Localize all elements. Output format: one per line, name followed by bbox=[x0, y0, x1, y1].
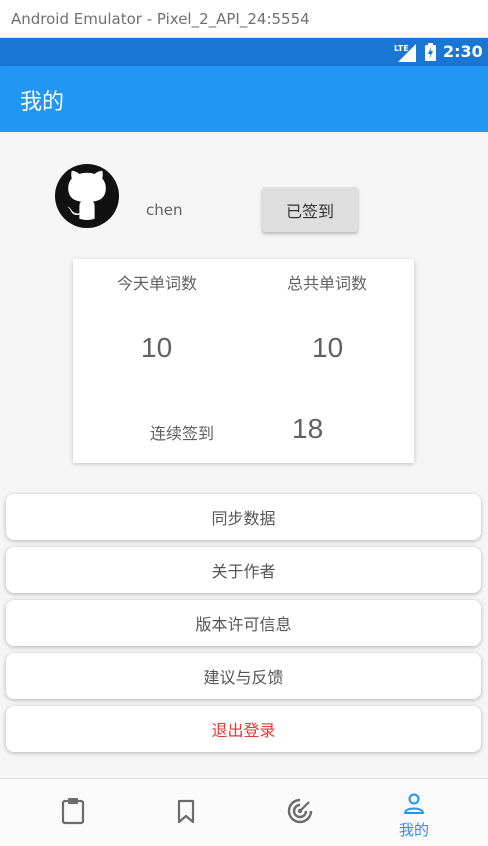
total-words-value: 10 bbox=[312, 332, 344, 363]
nav-label-profile: 我的 bbox=[398, 821, 429, 839]
person-icon bbox=[404, 793, 424, 814]
nav-item-profile[interactable]: 我的 bbox=[353, 779, 475, 846]
status-time: 2:30 bbox=[443, 42, 483, 61]
today-words-label: 今天单词数 bbox=[117, 274, 198, 293]
status-bar: LTE 2:30 bbox=[0, 38, 488, 66]
clipboard-icon bbox=[61, 798, 85, 825]
radar-icon bbox=[287, 798, 313, 824]
github-octocat-icon[interactable] bbox=[55, 164, 119, 228]
app-bar: 我的 bbox=[0, 66, 488, 132]
license-info-button[interactable]: 版本许可信息 bbox=[6, 600, 481, 646]
streak-label: 连续签到 bbox=[150, 424, 215, 443]
streak-value: 18 bbox=[292, 413, 324, 444]
stats-card: 今天单词数 总共单词数 10 10 连续签到 18 bbox=[73, 259, 414, 463]
bottom-navigation: 我的 bbox=[0, 778, 488, 846]
feedback-button[interactable]: 建议与反馈 bbox=[6, 653, 481, 699]
logout-button[interactable]: 退出登录 bbox=[6, 706, 481, 752]
battery-icon bbox=[425, 43, 436, 61]
today-words-value: 10 bbox=[141, 332, 173, 363]
svg-text:LTE: LTE bbox=[394, 44, 409, 53]
lte-signal-icon: LTE bbox=[394, 44, 416, 62]
sync-data-button[interactable]: 同步数据 bbox=[6, 494, 481, 540]
page-title: 我的 bbox=[20, 90, 65, 115]
bookmark-icon bbox=[177, 799, 195, 824]
total-words-label: 总共单词数 bbox=[287, 274, 368, 293]
nav-item-tasks[interactable] bbox=[12, 779, 134, 846]
nav-item-explore[interactable] bbox=[239, 779, 361, 846]
window-title: Android Emulator - Pixel_2_API_24:5554 bbox=[0, 0, 488, 38]
nav-item-bookmarks[interactable] bbox=[125, 779, 247, 846]
username: chen bbox=[146, 201, 183, 219]
about-author-button[interactable]: 关于作者 bbox=[6, 547, 481, 593]
sign-in-button[interactable]: 已签到 bbox=[262, 187, 358, 232]
